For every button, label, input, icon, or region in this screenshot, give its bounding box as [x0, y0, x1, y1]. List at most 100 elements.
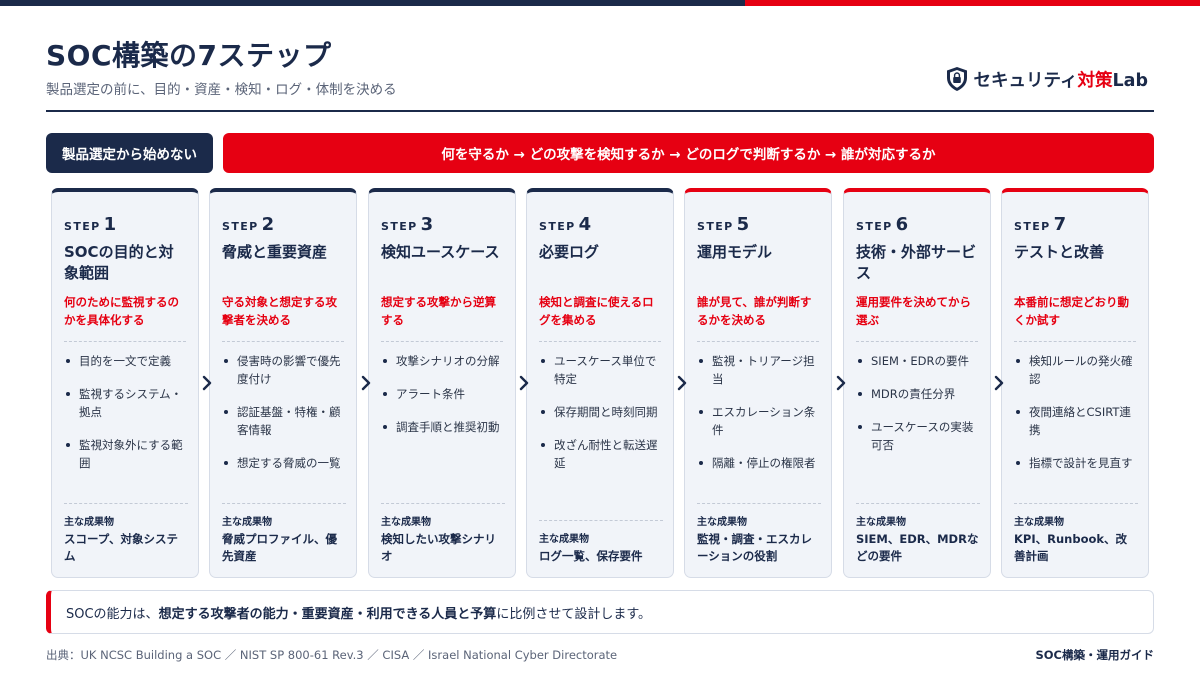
- bullet-item: 改ざん耐性と転送遅延: [539, 436, 665, 472]
- card-divider: [539, 520, 663, 521]
- note-emphasis: 想定する攻撃者の能力・重要資産・利用できる人員と予算: [158, 606, 497, 622]
- page-title: SOC構築の7ステップ: [46, 39, 332, 72]
- step-title: テストと改善: [1014, 243, 1105, 261]
- step-number: STEP 3: [381, 214, 433, 235]
- step-number: STEP 6: [856, 214, 908, 235]
- step-number: STEP 5: [697, 214, 749, 235]
- shield-lock-icon: [946, 67, 967, 91]
- card-divider: [1014, 341, 1136, 342]
- step-number: STEP 7: [1014, 214, 1066, 235]
- output-label: 主な成果物: [381, 517, 431, 528]
- chevron-right-icon: [836, 375, 846, 391]
- chevron-right-icon: [677, 375, 687, 391]
- step-description: 守る対象と想定する攻撃者を決める: [222, 295, 337, 327]
- step-num: 6: [895, 214, 909, 235]
- step-label: STEP: [856, 220, 893, 233]
- step-output: 主な成果物 SIEM、EDR、MDRなどの要件: [856, 503, 980, 565]
- step-num: 3: [420, 214, 434, 235]
- step-bullets: 攻撃シナリオの分解 アラート条件 調査手順と推奨初動: [381, 352, 507, 451]
- step-title: 技術・外部サービス: [856, 243, 977, 282]
- banner-left-pill: 製品選定から始めない: [46, 133, 213, 173]
- step-description: 何のために監視するのかを具体化する: [64, 295, 179, 327]
- output-label: 主な成果物: [1014, 517, 1064, 528]
- output-label: 主な成果物: [856, 517, 906, 528]
- chevron-right-icon: [994, 375, 1004, 391]
- step-number: STEP 1: [64, 214, 116, 235]
- output-text: ログ一覧、保存要件: [539, 549, 643, 563]
- step-label: STEP: [697, 220, 734, 233]
- bullet-item: 監視・トリアージ担当: [697, 352, 823, 388]
- bullet-item: 調査手順と推奨初動: [381, 418, 507, 436]
- guide-label: SOC構築・運用ガイド: [1035, 648, 1155, 662]
- output-label: 主な成果物: [697, 517, 747, 528]
- output-text: 脅威プロファイル、優先資産: [222, 532, 337, 563]
- step-bullets: SIEM・EDRの要件 MDRの責任分界 ユースケースの実装可否: [856, 352, 982, 469]
- step-output: 主な成果物 監視・調査・エスカレーションの役割: [697, 503, 821, 565]
- step-output: 主な成果物 検知したい攻撃シナリオ: [381, 503, 505, 565]
- note-suffix: に比例させて設計します。: [496, 606, 652, 622]
- step-card-7: STEP 7 テストと改善 本番前に想定どおり動くか試す 検知ルールの発火確認 夜…: [1001, 188, 1149, 578]
- step-description: 運用要件を決めてから選ぶ: [856, 295, 971, 327]
- step-bullets: 侵害時の影響で優先度付け 認証基盤・特権・顧客情報 想定する脅威の一覧: [222, 352, 348, 487]
- step-label: STEP: [222, 220, 259, 233]
- card-divider: [381, 503, 505, 504]
- summary-note: SOCの能力は、 想定する攻撃者の能力・重要資産・利用できる人員と予算 に比例させて…: [46, 590, 1154, 634]
- bullet-item: アラート条件: [381, 385, 507, 403]
- step-card-2: STEP 2 脅威と重要資産 守る対象と想定する攻撃者を決める 侵害時の影響で優先…: [209, 188, 357, 578]
- step-num: 1: [103, 214, 117, 235]
- chevron-right-icon: [202, 375, 212, 391]
- output-text: スコープ、対象システム: [64, 532, 178, 563]
- card-divider: [64, 341, 186, 342]
- header-divider: [46, 110, 1154, 112]
- banner-right-pill: 何を守るか → どの攻撃を検知するか → どのログで判断するか → 誰が対応する…: [223, 133, 1154, 173]
- brand-logo: セキュリティ対策Lab: [946, 66, 1148, 92]
- output-text: 検知したい攻撃シナリオ: [381, 532, 496, 563]
- bullet-item: 夜間連絡とCSIRT連携: [1014, 403, 1140, 439]
- output-text: 監視・調査・エスカレーションの役割: [697, 532, 812, 563]
- step-output: 主な成果物 ログ一覧、保存要件: [539, 520, 663, 565]
- card-divider: [222, 503, 346, 504]
- card-divider: [222, 341, 344, 342]
- step-description: 誰が見て、誰が判断するかを決める: [697, 295, 812, 327]
- output-text: KPI、Runbook、改善計画: [1014, 532, 1128, 563]
- step-title: 必要ログ: [539, 243, 600, 261]
- step-label: STEP: [539, 220, 576, 233]
- card-divider: [64, 503, 188, 504]
- step-description: 想定する攻撃から逆算する: [381, 295, 496, 327]
- bullet-item: 攻撃シナリオの分解: [381, 352, 507, 370]
- bullet-item: 保存期間と時刻同期: [539, 403, 665, 421]
- brand-name: セキュリティ対策Lab: [974, 67, 1148, 92]
- step-number: STEP 2: [222, 214, 274, 235]
- step-description: 検知と調査に使えるログを集める: [539, 295, 654, 327]
- bullet-item: 検知ルールの発火確認: [1014, 352, 1140, 388]
- step-title: 検知ユースケース: [381, 243, 500, 261]
- step-label: STEP: [64, 220, 101, 233]
- bullet-item: SIEM・EDRの要件: [856, 352, 982, 370]
- step-num: 2: [261, 214, 275, 235]
- step-num: 4: [578, 214, 592, 235]
- step-output: 主な成果物 脅威プロファイル、優先資産: [222, 503, 346, 565]
- step-bullets: ユースケース単位で特定 保存期間と時刻同期 改ざん耐性と転送遅延: [539, 352, 665, 487]
- bullet-item: 想定する脅威の一覧: [222, 454, 348, 472]
- card-divider: [381, 341, 503, 342]
- output-label: 主な成果物: [539, 534, 589, 545]
- step-card-3: STEP 3 検知ユースケース 想定する攻撃から逆算する 攻撃シナリオの分解 アラ…: [368, 188, 516, 578]
- step-output: 主な成果物 スコープ、対象システム: [64, 503, 188, 565]
- page-subtitle: 製品選定の前に、目的・資産・検知・ログ・体制を決める: [46, 82, 397, 98]
- card-divider: [697, 341, 819, 342]
- output-label: 主な成果物: [64, 517, 114, 528]
- bullet-item: 指標で設計を見直す: [1014, 454, 1140, 472]
- step-number: STEP 4: [539, 214, 591, 235]
- step-card-4: STEP 4 必要ログ 検知と調査に使えるログを集める ユースケース単位で特定 保…: [526, 188, 674, 578]
- bullet-item: 侵害時の影響で優先度付け: [222, 352, 348, 388]
- bullet-item: 隔離・停止の権限者: [697, 454, 823, 472]
- step-card-1: STEP 1 SOCの目的と対象範囲 何のために監視するのかを具体化する 目的を一…: [51, 188, 199, 578]
- brand-name-prefix: セキュリティ: [973, 70, 1078, 91]
- step-card-5: STEP 5 運用モデル 誰が見て、誰が判断するかを決める 監視・トリアージ担当 …: [684, 188, 832, 578]
- bullet-item: ユースケース単位で特定: [539, 352, 665, 388]
- output-text: SIEM、EDR、MDRなどの要件: [856, 532, 979, 563]
- step-bullets: 検知ルールの発火確認 夜間連絡とCSIRT連携 指標で設計を見直す: [1014, 352, 1140, 487]
- step-output: 主な成果物 KPI、Runbook、改善計画: [1014, 503, 1138, 565]
- source-citation: 出典：UK NCSC Building a SOC ／ NIST SP 800-…: [46, 648, 618, 662]
- step-title: SOCの目的と対象範囲: [64, 243, 174, 282]
